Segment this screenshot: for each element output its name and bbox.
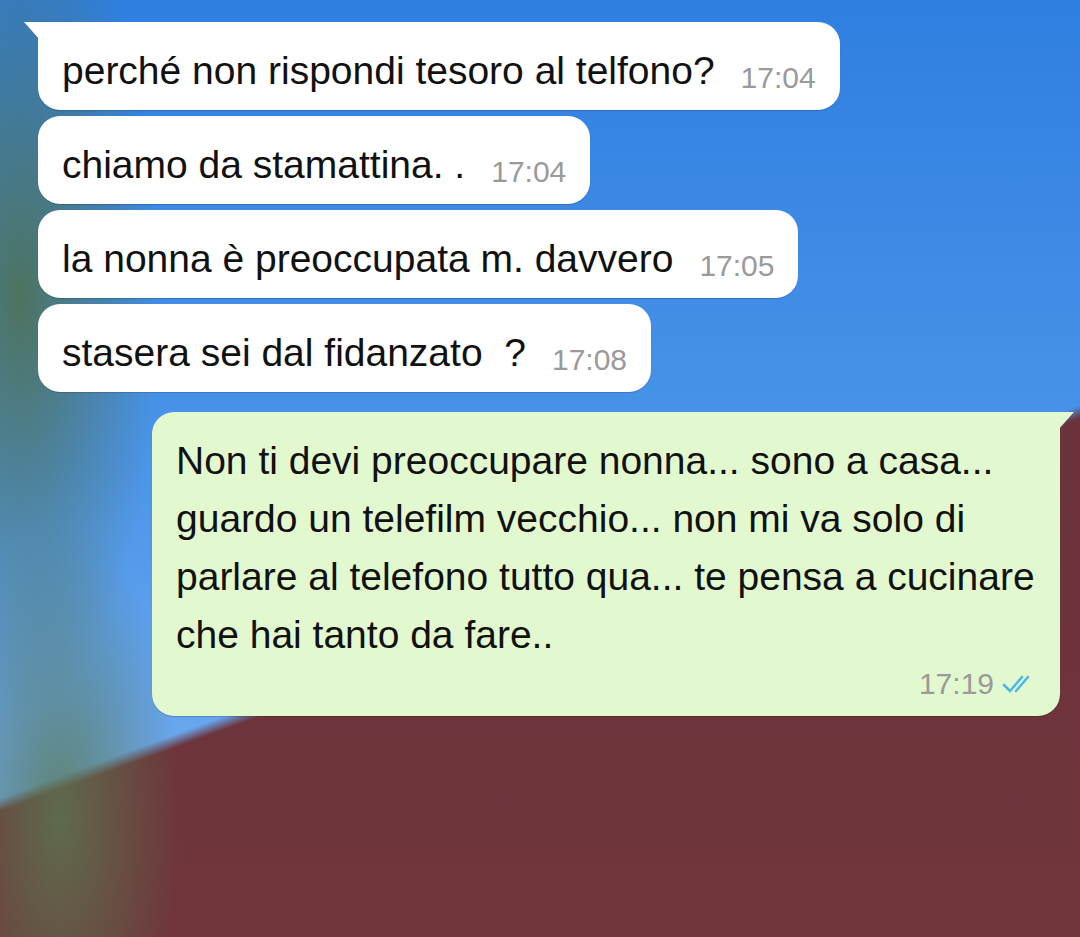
message-row: stasera sei dal fidanzato ? 17:08 — [38, 304, 1060, 392]
message-text: perché non rispondi tesoro al telfono? — [62, 42, 715, 100]
message-time: 17:04 — [491, 152, 566, 192]
outgoing-message[interactable]: Non ti devi preoccupare nonna... sono a … — [152, 412, 1060, 716]
message-meta: 17:04 — [741, 58, 816, 100]
message-row: chiamo da stamattina. . 17:04 — [38, 116, 1060, 204]
message-text: Non ti devi preoccupare nonna... sono a … — [176, 432, 1036, 664]
message-text: la nonna è preoccupata m. davvero — [62, 230, 673, 288]
message-row: Non ti devi preoccupare nonna... sono a … — [38, 412, 1060, 716]
incoming-message[interactable]: la nonna è preoccupata m. davvero 17:05 — [38, 210, 798, 298]
chat-wallpaper: perché non rispondi tesoro al telfono? 17… — [0, 0, 1080, 937]
message-time: 17:04 — [741, 58, 816, 98]
incoming-message[interactable]: stasera sei dal fidanzato ? 17:08 — [38, 304, 651, 392]
message-time: 17:08 — [552, 340, 627, 380]
double-tick-icon — [1002, 673, 1036, 695]
message-meta: 17:04 — [491, 152, 566, 194]
message-meta: 17:05 — [699, 246, 774, 288]
message-row: la nonna è preoccupata m. davvero 17:05 — [38, 210, 1060, 298]
message-time: 17:05 — [699, 246, 774, 286]
message-row: perché non rispondi tesoro al telfono? 17… — [38, 22, 1060, 110]
message-meta: 17:08 — [552, 340, 627, 382]
incoming-message[interactable]: perché non rispondi tesoro al telfono? 17… — [38, 22, 840, 110]
message-time: 17:19 — [919, 664, 994, 704]
message-text: chiamo da stamattina. . — [62, 136, 465, 194]
incoming-message[interactable]: chiamo da stamattina. . 17:04 — [38, 116, 590, 204]
message-meta: 17:19 — [919, 664, 1036, 706]
message-text: stasera sei dal fidanzato ? — [62, 324, 526, 382]
